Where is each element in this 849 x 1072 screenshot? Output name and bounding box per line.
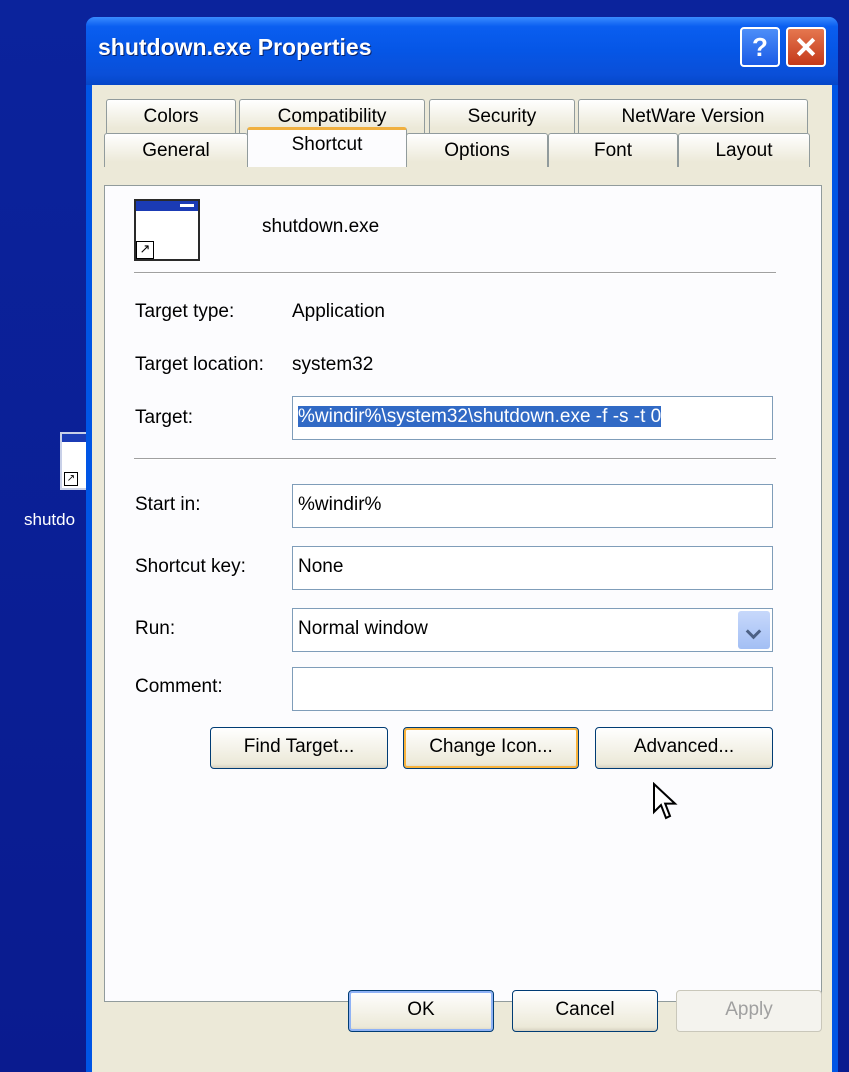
desktop-icon-label[interactable]: shutdo <box>24 510 75 530</box>
divider <box>134 272 776 274</box>
ok-button[interactable]: OK <box>348 990 494 1032</box>
target-field[interactable]: %windir%\system32\shutdown.exe -f -s -t … <box>292 396 773 440</box>
tab-font[interactable]: Font <box>548 133 678 167</box>
change-icon-button[interactable]: Change Icon... <box>403 727 579 769</box>
start-in-label: Start in: <box>135 494 201 515</box>
shortcut-app-icon: ↗ <box>134 199 200 261</box>
run-select-value: Normal window <box>298 618 428 639</box>
tab-colors[interactable]: Colors <box>106 99 236 133</box>
comment-field[interactable] <box>292 667 773 711</box>
divider <box>134 458 776 460</box>
properties-window: shutdown.exe Properties ? Colors Compati… <box>86 17 838 1072</box>
window-icon: ↗ <box>60 432 88 490</box>
tab-security[interactable]: Security <box>429 99 575 133</box>
comment-label: Comment: <box>135 676 223 697</box>
shortcut-arrow-icon: ↗ <box>136 241 154 259</box>
target-location-value: system32 <box>292 354 374 375</box>
tab-shortcut[interactable]: Shortcut <box>247 127 407 167</box>
cancel-button[interactable]: Cancel <box>512 990 658 1032</box>
target-type-label: Target type: <box>135 301 235 322</box>
close-button[interactable] <box>786 27 826 67</box>
apply-button[interactable]: Apply <box>676 990 822 1032</box>
shortcut-name: shutdown.exe <box>262 216 380 237</box>
window-title: shutdown.exe Properties <box>98 34 372 60</box>
shortcut-key-label: Shortcut key: <box>135 556 246 577</box>
target-field-value: %windir%\system32\shutdown.exe -f -s -t … <box>298 406 662 427</box>
chevron-down-icon[interactable] <box>738 611 770 649</box>
title-bar[interactable]: shutdown.exe Properties ? <box>86 17 838 85</box>
help-button[interactable]: ? <box>740 27 780 67</box>
run-select[interactable]: Normal window <box>292 608 773 652</box>
mouse-cursor-icon <box>653 782 678 820</box>
tab-layout[interactable]: Layout <box>678 133 810 167</box>
tab-general[interactable]: General <box>104 133 248 167</box>
find-target-button[interactable]: Find Target... <box>210 727 388 769</box>
target-type-value: Application <box>292 301 385 322</box>
shortcut-arrow-icon: ↗ <box>64 472 78 486</box>
target-location-label: Target location: <box>135 354 264 375</box>
advanced-button[interactable]: Advanced... <box>595 727 773 769</box>
target-label: Target: <box>135 407 194 428</box>
tab-netware-version[interactable]: NetWare Version <box>578 99 808 133</box>
run-label: Run: <box>135 618 176 639</box>
start-in-field[interactable]: %windir% <box>292 484 773 528</box>
tab-options[interactable]: Options <box>406 133 548 167</box>
shortcut-key-field[interactable]: None <box>292 546 773 590</box>
